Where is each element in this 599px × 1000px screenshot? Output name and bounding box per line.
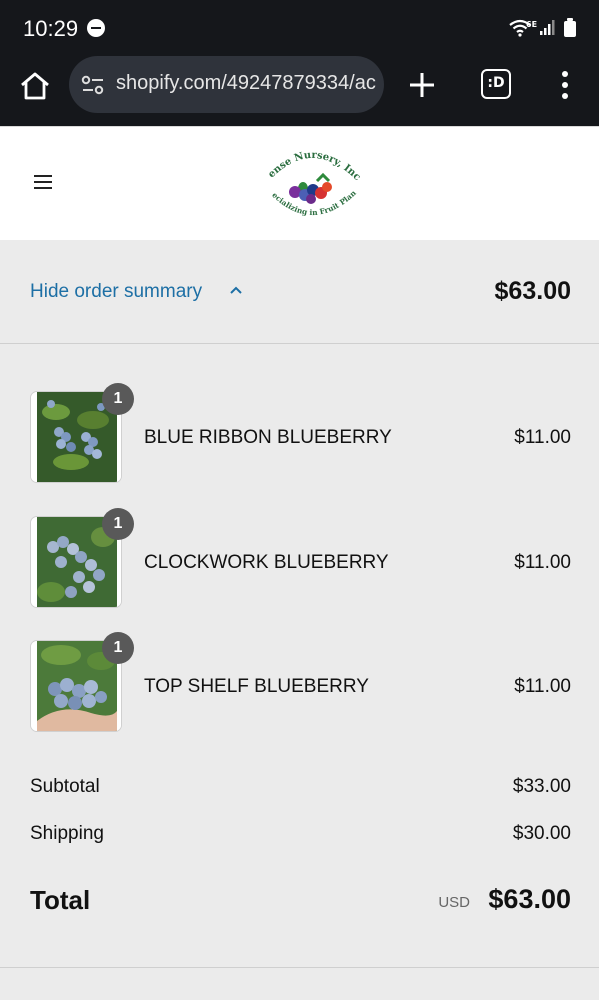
line-item: 1 TOP SHELF BLUEBERRY $11.00	[0, 632, 599, 736]
order-summary-toggle[interactable]: Hide order summary $63.00	[0, 240, 599, 344]
total-row: Total USD $63.00	[30, 882, 571, 918]
hamburger-menu-icon[interactable]	[34, 175, 52, 190]
chevron-up-icon[interactable]	[229, 285, 243, 295]
line-item: 1 BLUE RIBBON BLUEBERRY $11.00	[0, 383, 599, 487]
store-logo[interactable]: Pense Nursery, Inc. Specializing in Frui…	[265, 145, 360, 225]
do-not-disturb-icon	[87, 19, 105, 37]
subtotal-label: Subtotal	[30, 776, 100, 797]
total-label: Total	[30, 885, 91, 915]
product-name: BLUE RIBBON BLUEBERRY	[144, 427, 392, 448]
url-text: shopify.com/49247879334/acc	[116, 72, 376, 94]
product-name: CLOCKWORK BLUEBERRY	[144, 552, 389, 573]
address-bar[interactable]: shopify.com/49247879334/acc	[69, 56, 384, 113]
quantity-badge: 1	[102, 383, 134, 415]
product-name: TOP SHELF BLUEBERRY	[144, 676, 369, 697]
network-type-label: 6E	[526, 20, 537, 29]
shipping-label: Shipping	[30, 823, 104, 844]
wifi-icon: 6E	[509, 19, 537, 37]
shipping-row: Shipping $30.00	[30, 823, 571, 845]
quantity-badge: 1	[102, 508, 134, 540]
site-settings-icon[interactable]	[81, 74, 105, 96]
status-time: 10:29	[23, 16, 79, 41]
total-currency: USD	[438, 894, 470, 911]
hide-order-summary-link[interactable]: Hide order summary	[30, 281, 202, 303]
subtotal-row: Subtotal $33.00	[30, 776, 571, 798]
signal-strength-icon	[540, 20, 555, 35]
tab-switcher-button[interactable]: :D	[481, 69, 511, 99]
product-price: $11.00	[514, 552, 571, 573]
home-icon[interactable]	[18, 69, 52, 103]
store-header: Pense Nursery, Inc. Specializing in Frui…	[0, 126, 599, 240]
svg-text:Pense Nursery, Inc.: Pense Nursery, Inc.	[265, 145, 360, 183]
logo-title: Pense Nursery, Inc.	[265, 145, 360, 183]
product-price: $11.00	[514, 676, 571, 697]
subtotal-value: $33.00	[512, 776, 571, 797]
quantity-badge: 1	[102, 632, 134, 664]
more-options-icon[interactable]	[561, 70, 569, 100]
product-price: $11.00	[514, 427, 571, 448]
status-bar: 10:29 6E	[0, 0, 599, 56]
line-item: 1 CLOCKWORK BLUEBERRY $11.00	[0, 508, 599, 612]
new-tab-plus-icon[interactable]	[407, 70, 437, 100]
browser-toolbar: shopify.com/49247879334/acc :D	[0, 56, 599, 126]
shipping-value: $30.00	[512, 823, 571, 844]
summary-total: $63.00	[494, 277, 571, 305]
battery-icon	[564, 18, 576, 37]
divider	[0, 967, 599, 968]
total-value: $63.00	[488, 884, 571, 914]
